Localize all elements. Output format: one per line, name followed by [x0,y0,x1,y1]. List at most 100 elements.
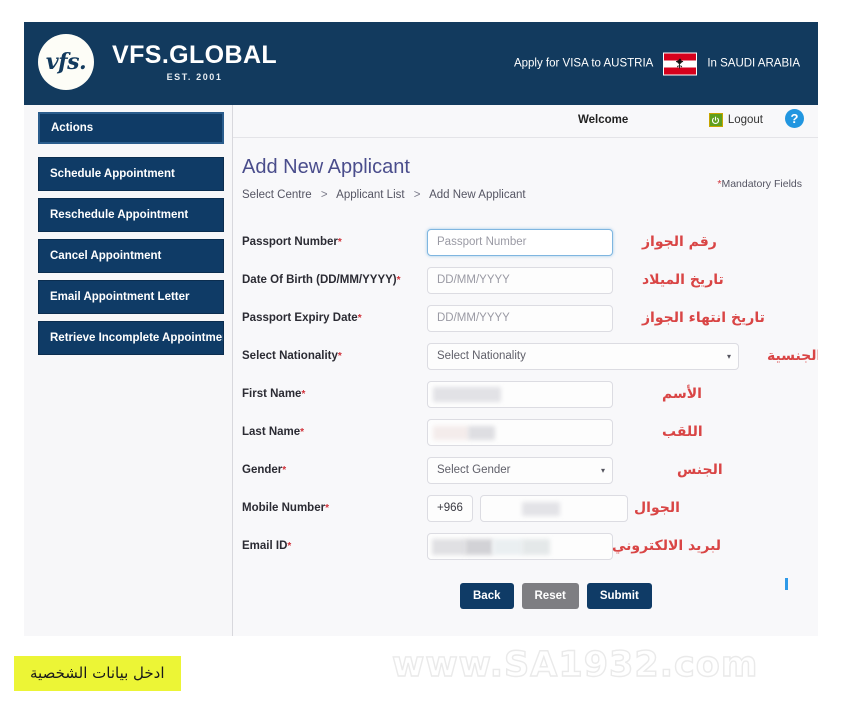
sidebar-item-email-appointment-letter[interactable]: Email Appointment Letter [38,280,224,314]
application-window: vfs. VFS.GLOBAL EST. 2001 Apply for VISA… [24,22,818,636]
logo-established: EST. 2001 [166,71,223,82]
annotation-email-id: لبريد الالكتروني [612,538,722,554]
help-icon[interactable]: ? [785,109,804,128]
annotation-first-name: الأسم [662,386,702,402]
content-topbar: Welcome Logout ? [233,105,818,138]
label-first-name: First Name* [242,388,427,400]
email-id-input[interactable] [427,532,613,560]
breadcrumb-separator-1: > [320,189,328,201]
form-row-mobile-number: Mobile Number* +966 الجوال [242,489,818,527]
label-passport-expiry-date: Passport Expiry Date* [242,312,427,324]
label-date-of-birth: Date Of Birth (DD/MM/YYYY)* [242,274,427,286]
instruction-highlight-note: ادخل بيانات الشخصية [14,656,181,691]
required-star-last-name: * [300,427,305,438]
logo-name: VFS.GLOBAL [112,40,278,69]
nationality-select-value: Select Nationality [437,350,526,362]
required-star-gender: * [282,465,287,476]
sidebar-item-cancel-appointment[interactable]: Cancel Appointment [38,239,224,273]
site-header: vfs. VFS.GLOBAL EST. 2001 Apply for VISA… [24,22,818,105]
welcome-text: Welcome [578,114,629,126]
page-body: Actions Schedule Appointment Reschedule … [24,105,818,636]
form-row-select-nationality: Select Nationality* Select Nationality ▾… [242,337,818,375]
annotation-date-of-birth: تاريخ الميلاد [642,272,724,288]
passport-expiry-date-input[interactable]: DD/MM/YYYY [427,304,613,332]
main-content: Welcome Logout ? Add New Applicant Selec… [233,105,818,636]
submit-button[interactable]: Submit [586,583,652,609]
vfs-global-logo[interactable]: vfs. VFS.GLOBAL EST. 2001 [38,34,277,90]
actions-sidebar: Actions Schedule Appointment Reschedule … [24,105,233,636]
control-email-id [427,532,613,560]
required-star-select-nationality: * [337,351,342,362]
vfs-logo-mark: vfs. [38,34,94,90]
date-of-birth-input[interactable]: DD/MM/YYYY [427,266,613,294]
gender-select[interactable]: Select Gender ▾ [427,456,613,484]
control-mobile-number: +966 [427,494,628,522]
eagle-emblem-icon [676,58,684,69]
breadcrumb-item-applicant-list[interactable]: Applicant List [336,189,404,201]
chevron-down-icon: ▾ [726,351,731,361]
mobile-country-code-input[interactable]: +966 [427,494,473,522]
mobile-number-input[interactable] [480,494,628,522]
label-passport-number-text: Passport Number [242,236,338,248]
first-name-input[interactable] [427,380,613,408]
power-icon [708,113,723,127]
screenshot-root: vfs. VFS.GLOBAL EST. 2001 Apply for VISA… [0,0,842,702]
breadcrumb-separator-2: > [413,189,421,201]
label-gender: Gender* [242,464,427,476]
breadcrumb-item-select-centre[interactable]: Select Centre [242,189,312,201]
page-title: Add New Applicant [242,156,410,178]
nationality-select[interactable]: Select Nationality ▾ [427,342,739,370]
annotation-passport-number: رقم الجواز [642,234,717,250]
form-row-passport-expiry-date: Passport Expiry Date* DD/MM/YYYY تاريخ ا… [242,299,818,337]
annotation-last-name: اللقب [662,424,703,440]
sidebar-item-reschedule-appointment[interactable]: Reschedule Appointment [38,198,224,232]
required-star-date-of-birth: * [396,275,401,286]
sidebar-heading-actions: Actions [38,112,224,144]
logout-button[interactable]: Logout [708,113,763,127]
label-mobile-number-text: Mobile Number [242,502,326,514]
label-gender-text: Gender [242,464,283,476]
control-date-of-birth: DD/MM/YYYY [427,266,613,294]
required-star-passport-expiry-date: * [357,313,362,324]
label-last-name: Last Name* [242,426,427,438]
control-select-nationality: Select Nationality ▾ [427,342,739,370]
form-row-last-name: Last Name* اللقب [242,413,818,451]
label-select-nationality-text: Select Nationality [242,350,338,362]
form-row-gender: Gender* Select Gender ▾ الجنس [242,451,818,489]
visa-route-banner: Apply for VISA to AUSTRIA In SAUDI ARABI… [514,52,800,75]
required-star-first-name: * [301,389,306,400]
logout-label: Logout [727,114,763,126]
label-email-id: Email ID* [242,540,427,552]
label-mobile-number: Mobile Number* [242,502,427,514]
breadcrumb: Select Centre > Applicant List > Add New… [242,189,818,201]
label-passport-expiry-date-text: Passport Expiry Date [242,312,358,324]
annotation-passport-expiry-date: تاريخ انتهاء الجواز [642,310,765,326]
control-first-name [427,380,613,408]
logo-text: VFS.GLOBAL EST. 2001 [112,40,278,82]
label-last-name-text: Last Name [242,426,301,438]
sidebar-item-retrieve-incomplete-appointments[interactable]: Retrieve Incomplete Appointments [38,321,224,355]
mandatory-fields-note: *Mandatory Fields [717,178,802,190]
required-star-email-id: * [287,541,292,552]
form-row-email-id: Email ID* لبريد الالكتروني [242,527,818,565]
gender-select-value: Select Gender [437,464,511,476]
required-star-mobile-number: * [325,503,329,514]
apply-prefix-text: Apply for VISA to AUSTRIA [513,57,654,70]
label-select-nationality: Select Nationality* [242,350,427,362]
control-gender: Select Gender ▾ [427,456,613,484]
label-first-name-text: First Name [242,388,302,400]
control-passport-expiry-date: DD/MM/YYYY [427,304,613,332]
back-button[interactable]: Back [460,583,514,609]
form-row-date-of-birth: Date Of Birth (DD/MM/YYYY)* DD/MM/YYYY ت… [242,261,818,299]
annotation-select-nationality: الجنسية [767,348,818,364]
passport-number-input[interactable]: Passport Number [427,228,613,256]
chevron-down-icon: ▾ [600,465,605,475]
annotation-gender: الجنس [677,462,723,478]
sidebar-item-schedule-appointment[interactable]: Schedule Appointment [38,157,224,191]
last-name-input[interactable] [427,418,613,446]
mandatory-note-label: Mandatory Fields [721,178,802,190]
site-watermark: www.SA1932.com [391,644,759,685]
reset-button[interactable]: Reset [521,583,579,609]
control-last-name [427,418,613,446]
label-date-of-birth-text: Date Of Birth (DD/MM/YYYY) [242,274,397,286]
